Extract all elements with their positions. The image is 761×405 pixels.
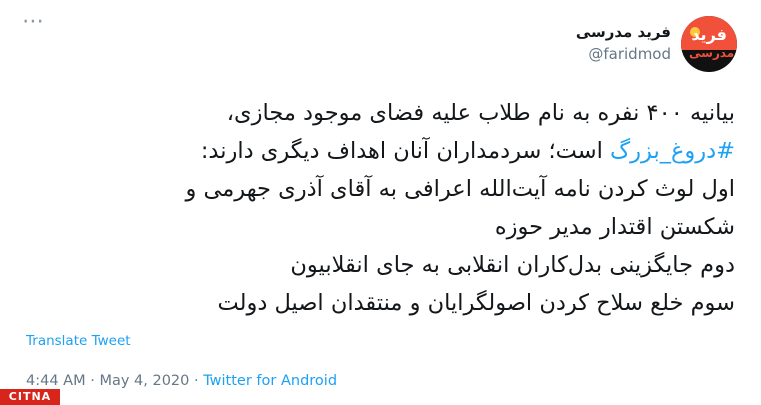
tweet-time[interactable]: 4:44 AM [26,373,86,389]
tweet-line: #دروغ_بزرگ است؛ سردمداران آنان اهداف دیگ… [15,132,735,170]
tweet-line: سوم خلع سلاح کردن اصولگرایان و منتقدان ا… [217,290,735,316]
author-names: فرید مدرسی @faridmod [576,22,671,64]
tweet-line: اول لوث کردن نامه آیت‌الله اعرافی به آقا… [185,176,735,202]
tweet-card: ⋯ فرید مدرسی فرید مدرسی @faridmod بیانیه… [0,0,761,405]
tweet-text: بیانیه ۴۰۰ نفره به نام طلاب علیه فضای مو… [15,94,735,322]
tweet-header: فرید مدرسی فرید مدرسی @faridmod [576,14,737,84]
meta-separator: · [189,373,204,389]
tweet-line-text: است؛ سردمداران آنان اهداف دیگری دارند: [200,138,611,164]
avatar-logo-text-top: فرید [691,25,727,44]
tweet-meta: 4:44 AM · May 4, 2020 · Twitter for Andr… [26,373,337,389]
citna-watermark-logo: CITNA [0,389,60,405]
avatar[interactable]: فرید مدرسی [681,16,737,72]
translate-tweet-link[interactable]: Translate Tweet [26,333,131,349]
avatar-logo-text-bottom: مدرسی [689,46,735,60]
tweet-date[interactable]: May 4, 2020 [99,373,189,389]
author-handle[interactable]: @faridmod [576,44,671,64]
author-display-name[interactable]: فرید مدرسی [576,22,671,42]
tweet-line: بیانیه ۴۰۰ نفره به نام طلاب علیه فضای مو… [226,100,735,126]
hashtag-link[interactable]: #دروغ_بزرگ [610,138,735,164]
tweet-line: شکستن اقتدار مدیر حوزه [494,214,735,240]
tweet-line: دوم جایگزینی بدل‌کاران انقلابی به جای ان… [290,252,735,278]
tweet-source-link[interactable]: Twitter for Android [203,373,337,389]
more-dots-icon[interactable]: ⋯ [22,11,45,33]
meta-separator: · [85,373,100,389]
